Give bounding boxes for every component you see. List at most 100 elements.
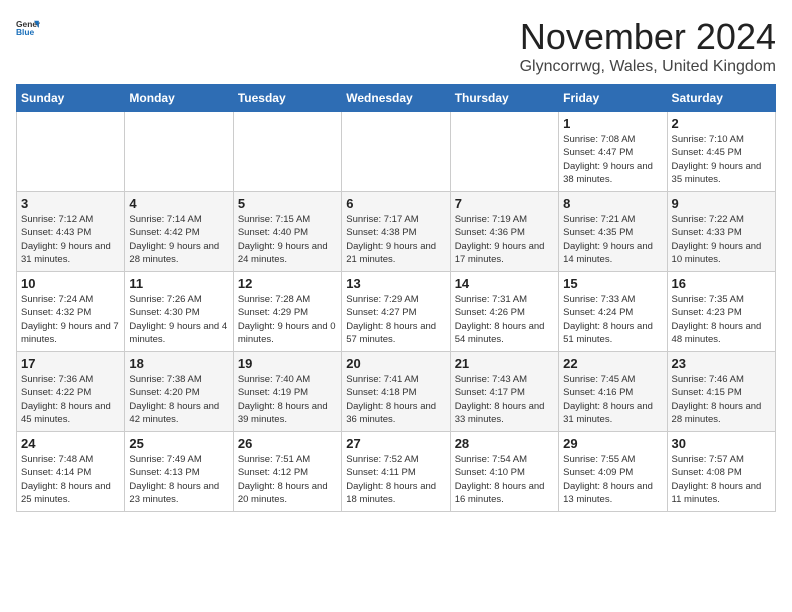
day-number: 10 xyxy=(21,276,120,291)
day-number: 26 xyxy=(238,436,337,451)
week-row-3: 10 Sunrise: 7:24 AM Sunset: 4:32 PM Dayli… xyxy=(17,272,776,352)
week-row-5: 24 Sunrise: 7:48 AM Sunset: 4:14 PM Dayli… xyxy=(17,432,776,512)
header: General Blue November 2024 Glyncorrwg, W… xyxy=(16,16,776,76)
day-info: Sunrise: 7:48 AM Sunset: 4:14 PM Dayligh… xyxy=(21,454,111,505)
day-info: Sunrise: 7:12 AM Sunset: 4:43 PM Dayligh… xyxy=(21,214,111,265)
day-number: 7 xyxy=(455,196,554,211)
day-number: 18 xyxy=(129,356,228,371)
calendar-table: SundayMondayTuesdayWednesdayThursdayFrid… xyxy=(16,84,776,512)
calendar-cell: 12 Sunrise: 7:28 AM Sunset: 4:29 PM Dayli… xyxy=(233,272,341,352)
calendar-cell: 3 Sunrise: 7:12 AM Sunset: 4:43 PM Daylig… xyxy=(17,192,125,272)
day-number: 28 xyxy=(455,436,554,451)
calendar-cell: 20 Sunrise: 7:41 AM Sunset: 4:18 PM Dayli… xyxy=(342,352,450,432)
day-info: Sunrise: 7:24 AM Sunset: 4:32 PM Dayligh… xyxy=(21,294,119,345)
day-number: 19 xyxy=(238,356,337,371)
day-info: Sunrise: 7:38 AM Sunset: 4:20 PM Dayligh… xyxy=(129,374,219,425)
day-info: Sunrise: 7:51 AM Sunset: 4:12 PM Dayligh… xyxy=(238,454,328,505)
day-info: Sunrise: 7:22 AM Sunset: 4:33 PM Dayligh… xyxy=(672,214,762,265)
calendar-cell: 16Sunrise: 7:35 AM Sunset: 4:23 PM Dayli… xyxy=(667,272,775,352)
calendar-cell: 7Sunrise: 7:19 AM Sunset: 4:36 PM Daylig… xyxy=(450,192,558,272)
day-number: 5 xyxy=(238,196,337,211)
logo-icon: General Blue xyxy=(16,16,40,40)
day-number: 2 xyxy=(672,116,771,131)
day-number: 8 xyxy=(563,196,662,211)
calendar-cell: 18 Sunrise: 7:38 AM Sunset: 4:20 PM Dayli… xyxy=(125,352,233,432)
day-number: 17 xyxy=(21,356,120,371)
day-number: 23 xyxy=(672,356,771,371)
day-header-sunday: Sunday xyxy=(17,85,125,112)
header-row: SundayMondayTuesdayWednesdayThursdayFrid… xyxy=(17,85,776,112)
day-info: Sunrise: 7:45 AM Sunset: 4:16 PM Dayligh… xyxy=(563,374,653,425)
day-info: Sunrise: 7:49 AM Sunset: 4:13 PM Dayligh… xyxy=(129,454,219,505)
calendar-subtitle: Glyncorrwg, Wales, United Kingdom xyxy=(520,58,776,76)
calendar-cell: 6 Sunrise: 7:17 AM Sunset: 4:38 PM Daylig… xyxy=(342,192,450,272)
title-section: November 2024 Glyncorrwg, Wales, United … xyxy=(520,16,776,76)
calendar-cell: 8 Sunrise: 7:21 AM Sunset: 4:35 PM Daylig… xyxy=(559,192,667,272)
calendar-cell: 2Sunrise: 7:10 AM Sunset: 4:45 PM Daylig… xyxy=(667,112,775,192)
day-info: Sunrise: 7:40 AM Sunset: 4:19 PM Dayligh… xyxy=(238,374,328,425)
calendar-cell: 11Sunrise: 7:26 AM Sunset: 4:30 PM Dayli… xyxy=(125,272,233,352)
day-info: Sunrise: 7:55 AM Sunset: 4:09 PM Dayligh… xyxy=(563,454,653,505)
day-number: 25 xyxy=(129,436,228,451)
day-info: Sunrise: 7:29 AM Sunset: 4:27 PM Dayligh… xyxy=(346,294,436,345)
day-info: Sunrise: 7:17 AM Sunset: 4:38 PM Dayligh… xyxy=(346,214,436,265)
day-header-tuesday: Tuesday xyxy=(233,85,341,112)
day-info: Sunrise: 7:52 AM Sunset: 4:11 PM Dayligh… xyxy=(346,454,436,505)
svg-text:Blue: Blue xyxy=(16,27,35,37)
page-container: General Blue November 2024 Glyncorrwg, W… xyxy=(16,16,776,512)
day-info: Sunrise: 7:46 AM Sunset: 4:15 PM Dayligh… xyxy=(672,374,762,425)
day-number: 3 xyxy=(21,196,120,211)
day-number: 1 xyxy=(563,116,662,131)
day-info: Sunrise: 7:31 AM Sunset: 4:26 PM Dayligh… xyxy=(455,294,545,345)
day-info: Sunrise: 7:41 AM Sunset: 4:18 PM Dayligh… xyxy=(346,374,436,425)
day-info: Sunrise: 7:28 AM Sunset: 4:29 PM Dayligh… xyxy=(238,294,336,345)
day-info: Sunrise: 7:15 AM Sunset: 4:40 PM Dayligh… xyxy=(238,214,328,265)
day-number: 24 xyxy=(21,436,120,451)
calendar-cell: 29Sunrise: 7:55 AM Sunset: 4:09 PM Dayli… xyxy=(559,432,667,512)
week-row-4: 17Sunrise: 7:36 AM Sunset: 4:22 PM Dayli… xyxy=(17,352,776,432)
day-number: 21 xyxy=(455,356,554,371)
calendar-cell: 22 Sunrise: 7:45 AM Sunset: 4:16 PM Dayli… xyxy=(559,352,667,432)
day-number: 11 xyxy=(129,276,228,291)
day-number: 14 xyxy=(455,276,554,291)
calendar-cell: 19 Sunrise: 7:40 AM Sunset: 4:19 PM Dayli… xyxy=(233,352,341,432)
day-number: 6 xyxy=(346,196,445,211)
calendar-cell: 15 Sunrise: 7:33 AM Sunset: 4:24 PM Dayli… xyxy=(559,272,667,352)
calendar-cell xyxy=(125,112,233,192)
day-header-thursday: Thursday xyxy=(450,85,558,112)
calendar-cell: 21 Sunrise: 7:43 AM Sunset: 4:17 PM Dayli… xyxy=(450,352,558,432)
calendar-title: November 2024 xyxy=(520,16,776,58)
calendar-cell: 5 Sunrise: 7:15 AM Sunset: 4:40 PM Daylig… xyxy=(233,192,341,272)
calendar-cell: 25 Sunrise: 7:49 AM Sunset: 4:13 PM Dayli… xyxy=(125,432,233,512)
calendar-cell: 27 Sunrise: 7:52 AM Sunset: 4:11 PM Dayli… xyxy=(342,432,450,512)
calendar-cell: 26 Sunrise: 7:51 AM Sunset: 4:12 PM Dayli… xyxy=(233,432,341,512)
week-row-2: 3 Sunrise: 7:12 AM Sunset: 4:43 PM Daylig… xyxy=(17,192,776,272)
day-header-friday: Friday xyxy=(559,85,667,112)
day-number: 20 xyxy=(346,356,445,371)
day-number: 30 xyxy=(672,436,771,451)
day-number: 4 xyxy=(129,196,228,211)
day-number: 22 xyxy=(563,356,662,371)
calendar-cell: 10 Sunrise: 7:24 AM Sunset: 4:32 PM Dayli… xyxy=(17,272,125,352)
day-info: Sunrise: 7:08 AM Sunset: 4:47 PM Dayligh… xyxy=(563,134,653,185)
day-info: Sunrise: 7:54 AM Sunset: 4:10 PM Dayligh… xyxy=(455,454,545,505)
day-info: Sunrise: 7:33 AM Sunset: 4:24 PM Dayligh… xyxy=(563,294,653,345)
calendar-cell: 13 Sunrise: 7:29 AM Sunset: 4:27 PM Dayli… xyxy=(342,272,450,352)
day-info: Sunrise: 7:21 AM Sunset: 4:35 PM Dayligh… xyxy=(563,214,653,265)
day-number: 15 xyxy=(563,276,662,291)
day-number: 27 xyxy=(346,436,445,451)
calendar-cell: 17Sunrise: 7:36 AM Sunset: 4:22 PM Dayli… xyxy=(17,352,125,432)
calendar-cell: 14 Sunrise: 7:31 AM Sunset: 4:26 PM Dayli… xyxy=(450,272,558,352)
calendar-cell: 30Sunrise: 7:57 AM Sunset: 4:08 PM Dayli… xyxy=(667,432,775,512)
day-info: Sunrise: 7:35 AM Sunset: 4:23 PM Dayligh… xyxy=(672,294,762,345)
day-header-saturday: Saturday xyxy=(667,85,775,112)
calendar-cell xyxy=(342,112,450,192)
day-info: Sunrise: 7:43 AM Sunset: 4:17 PM Dayligh… xyxy=(455,374,545,425)
day-number: 12 xyxy=(238,276,337,291)
day-number: 9 xyxy=(672,196,771,211)
calendar-cell xyxy=(450,112,558,192)
day-header-monday: Monday xyxy=(125,85,233,112)
calendar-cell xyxy=(17,112,125,192)
calendar-cell: 1 Sunrise: 7:08 AM Sunset: 4:47 PM Daylig… xyxy=(559,112,667,192)
day-number: 13 xyxy=(346,276,445,291)
